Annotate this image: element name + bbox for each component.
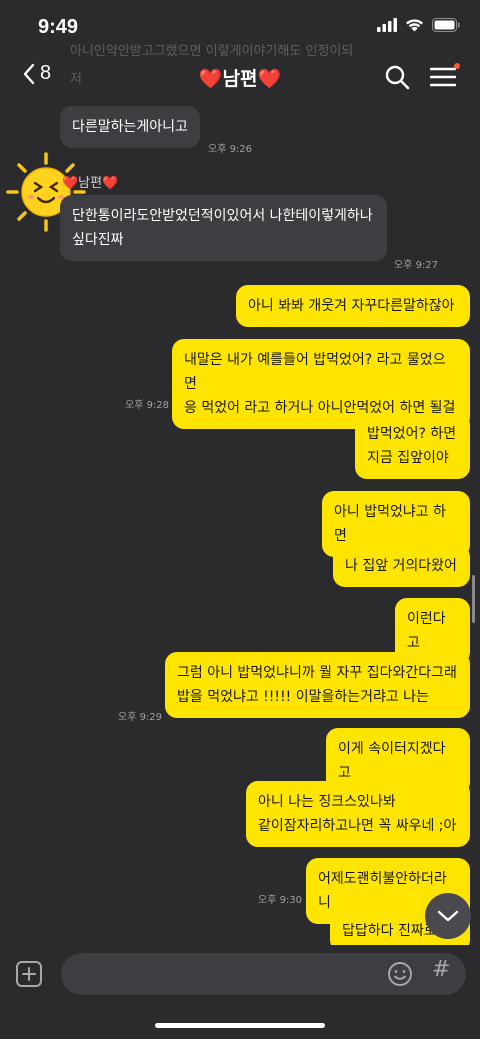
message-bubble[interactable]: 아니 봐봐 개웃겨 자꾸다른말하잖아 <box>236 285 470 327</box>
message-time: 오후 9:30 <box>258 895 303 906</box>
message-time: 오후 9:29 <box>118 712 163 723</box>
message-bubble[interactable]: 밥먹었어? 하면 지금 집앞이야 <box>355 413 470 479</box>
sender-name: ❤️남편❤️ <box>62 176 119 191</box>
message-bubble[interactable]: 다른말하는게아니고 <box>60 106 200 148</box>
battery-icon <box>432 18 460 32</box>
message-bubble[interactable]: 그럼 아니 밥먹었냐니까 뭘 자꾸 집다와간다그래 밥을 먹었냐고 !!!!! … <box>165 652 470 718</box>
message-bubble[interactable]: 아니 나는 징크스있나봐 같이잠자리하고나면 꼭 싸우네 ;아 <box>246 781 470 847</box>
message-time: 오후 9:27 <box>394 260 439 271</box>
plus-icon <box>22 967 36 981</box>
home-indicator <box>155 1023 325 1028</box>
menu-button[interactable] <box>429 63 460 88</box>
hamburger-icon <box>429 67 457 87</box>
message-time: 오후 9:28 <box>125 400 170 411</box>
scroll-indicator[interactable] <box>472 575 475 623</box>
wifi-icon <box>406 19 423 32</box>
chevron-down-icon <box>437 910 459 922</box>
notification-dot <box>454 63 460 69</box>
scroll-down-button[interactable] <box>425 893 471 939</box>
status-icons <box>377 18 460 32</box>
message-time: 오후 9:26 <box>208 144 253 155</box>
search-icon[interactable] <box>384 64 410 90</box>
hash-icon[interactable]: # <box>432 957 450 982</box>
attach-button[interactable] <box>16 961 42 987</box>
message-bubble[interactable]: 나 집앞 거의다왔어 <box>333 545 470 587</box>
status-time: 9:49 <box>38 16 79 38</box>
message-bubble[interactable]: 단한통이라도안받었던적이있어서 나한테이렇게하나 싶다진짜 <box>60 195 387 261</box>
chat-header: 8 ❤️남편❤️ <box>0 56 480 100</box>
emoji-icon[interactable] <box>387 961 413 987</box>
signal-icon <box>377 18 397 32</box>
input-bar: # <box>0 945 480 1039</box>
